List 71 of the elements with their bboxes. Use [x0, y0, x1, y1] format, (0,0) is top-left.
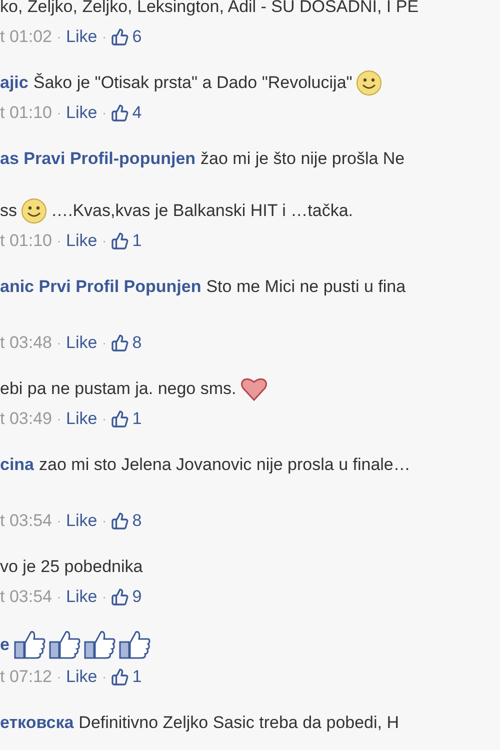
separator-dot: · [102, 513, 106, 530]
like-count[interactable]: 9 [132, 586, 142, 608]
separator-dot: · [57, 335, 61, 352]
separator-dot: · [102, 589, 106, 606]
author-name[interactable]: cina [0, 452, 34, 478]
separator-dot: · [102, 233, 106, 250]
comment-time: t 07:12 [0, 666, 52, 688]
separator-dot: · [102, 29, 106, 46]
thumbs-up-icon [111, 232, 130, 250]
thumbs-up-icon [111, 668, 130, 686]
like-count[interactable]: 1 [132, 666, 142, 688]
separator-dot: · [102, 669, 106, 686]
like-link[interactable]: Like [66, 510, 98, 532]
thumbs-up-icon [119, 630, 152, 660]
separator-dot: · [102, 411, 106, 428]
thumbs-up-icon [49, 630, 82, 660]
separator-dot: · [102, 335, 106, 352]
comment-time: t 03:49 [0, 408, 52, 430]
like-count[interactable]: 8 [132, 332, 142, 354]
author-name[interactable]: anic Prvi Profil Popunjen [0, 274, 202, 300]
thumbs-up-icon [111, 104, 130, 122]
comment-text: Šako je "Otisak prsta" a Dado "Revolucija" [33, 72, 352, 94]
author-name[interactable]: as Pravi Profil-popunjen [0, 146, 196, 172]
thumbs-up-icon [111, 28, 130, 46]
author-name[interactable]: e [0, 632, 10, 658]
like-link[interactable]: Like [66, 102, 98, 124]
comment-time: t 03:48 [0, 332, 52, 354]
like-link[interactable]: Like [66, 666, 98, 688]
heart-icon [240, 376, 268, 402]
smiley-icon [21, 198, 47, 224]
thumbs-up-icon [84, 630, 116, 660]
like-count[interactable]: 1 [132, 408, 142, 430]
author-name[interactable]: ajic [0, 70, 28, 96]
comment-text: ebi pa ne pustam ja. nego sms. [0, 378, 236, 400]
like-count[interactable]: 1 [132, 230, 142, 252]
like-link[interactable]: Like [66, 26, 98, 48]
comment-text: vo je 25 pobednika [0, 556, 143, 578]
comment-time: t 03:54 [0, 510, 52, 532]
comment-time: t 03:54 [0, 586, 52, 608]
thumbs-up-icon [111, 512, 130, 530]
separator-dot: · [102, 105, 106, 122]
smiley-icon [356, 70, 382, 96]
separator-dot: · [57, 589, 61, 606]
comment-text: ko, Zeljko, Zeljko, Leksington, Adil - SU DOSADNI, I PE [0, 0, 419, 18]
comment-text: Definitivno Zeljko Sasic treba da pobedi, H [78, 712, 400, 734]
like-count[interactable]: 8 [132, 510, 142, 532]
like-link[interactable]: Like [66, 408, 98, 430]
thumbs-up-icon [14, 630, 46, 660]
comment-text: žao mi je što nije prošla Ne [200, 148, 405, 170]
thumbs-up-icon [111, 334, 130, 352]
thumbs-up-icon [111, 410, 130, 428]
like-link[interactable]: Like [66, 332, 98, 354]
separator-dot: · [57, 105, 61, 122]
separator-dot: · [57, 29, 61, 46]
separator-dot: · [57, 411, 61, 428]
thumbs-up-icon [111, 588, 130, 606]
separator-dot: · [57, 669, 61, 686]
separator-dot: · [57, 233, 61, 250]
like-link[interactable]: Like [66, 586, 98, 608]
comment-text: Sto me Mici ne pusti u fina [206, 276, 406, 298]
like-count[interactable]: 4 [132, 102, 142, 124]
comment-time: t 01:10 [0, 102, 52, 124]
like-link[interactable]: Like [66, 230, 98, 252]
comment-text: ss [0, 200, 17, 222]
comment-text: ….Kvas,kvas je Balkanski HIT i …tačka. [51, 200, 354, 222]
like-count[interactable]: 6 [132, 26, 142, 48]
separator-dot: · [57, 513, 61, 530]
comment-time: t 01:02 [0, 26, 52, 48]
comment-text: zao mi sto Jelena Jovanovic nije prosla u finale… [39, 454, 410, 476]
author-name[interactable]: етковска [0, 710, 74, 736]
comment-time: t 01:10 [0, 230, 52, 252]
